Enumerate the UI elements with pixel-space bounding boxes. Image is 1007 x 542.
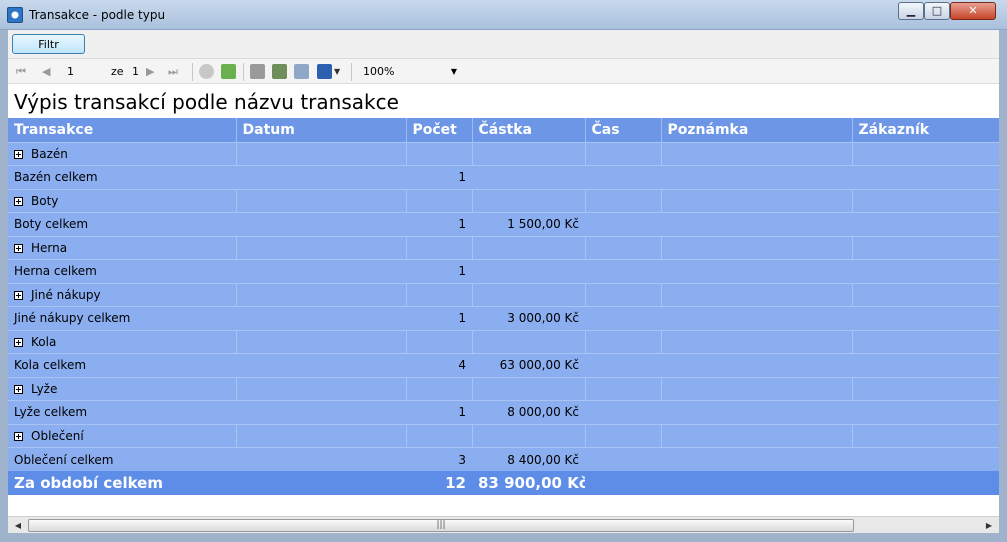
expand-icon[interactable] [14, 384, 23, 394]
subtotal-count: 3 [406, 447, 472, 471]
group-name: Lyže [31, 381, 58, 396]
grand-total-amount: 83 900,00 Kč [472, 471, 585, 495]
subtotal-label: Kola celkem [8, 353, 406, 377]
group-row: Herna [8, 235, 999, 260]
minimize-button[interactable]: ▁ [898, 2, 924, 20]
grand-total-row: Za období celkem 12 83 900,00 Kč [8, 471, 999, 495]
refresh-icon[interactable] [221, 64, 236, 79]
print-layout-icon[interactable] [272, 64, 287, 79]
subtotal-label: Boty celkem [8, 212, 406, 236]
window-title: Transakce - podle typu [29, 8, 166, 22]
group-row: Kola [8, 329, 999, 354]
subtotal-row: Kola celkem 4 63 000,00 Kč [8, 353, 999, 377]
horizontal-scrollbar[interactable]: ◀ ||| ▶ [8, 516, 999, 533]
column-header-transakce[interactable]: Transakce [8, 118, 237, 142]
subtotal-amount [472, 165, 585, 189]
filter-button[interactable]: Filtr [12, 34, 85, 54]
group-name: Oblečení [31, 428, 84, 443]
group-name: Herna [31, 240, 68, 255]
report-title: Výpis transakcí podle názvu transakce [14, 90, 399, 114]
group-row: Jiné nákupy [8, 282, 999, 307]
subtotal-row: Oblečení celkem 3 8 400,00 Kč [8, 447, 999, 471]
expand-icon[interactable] [14, 431, 23, 441]
group-name: Boty [31, 193, 59, 208]
subtotal-row: Bazén celkem 1 [8, 165, 999, 189]
table-header-row: Transakce Datum Počet Částka Čas Poznámk… [8, 118, 999, 142]
subtotal-row: Jiné nákupy celkem 1 3 000,00 Kč [8, 306, 999, 330]
subtotal-count: 1 [406, 212, 472, 236]
subtotal-amount [472, 259, 585, 283]
next-page-icon[interactable]: ▶ [146, 64, 154, 79]
print-icon[interactable] [250, 64, 265, 79]
column-header-castka[interactable]: Částka [472, 118, 586, 142]
scroll-right-icon[interactable]: ▶ [981, 518, 997, 533]
first-page-icon[interactable]: ⏮ [16, 64, 26, 79]
scroll-thumb[interactable]: ||| [28, 519, 854, 532]
scroll-left-icon[interactable]: ◀ [10, 518, 26, 533]
expand-icon[interactable] [14, 337, 23, 347]
last-page-icon[interactable]: ⏭ [168, 64, 178, 79]
subtotal-row: Herna celkem 1 [8, 259, 999, 283]
grand-total-label: Za období celkem [8, 471, 406, 495]
toolbar-separator [243, 63, 244, 81]
stop-icon[interactable] [199, 64, 214, 79]
column-header-zakaznik[interactable]: Zákazník [852, 118, 999, 142]
subtotal-count: 1 [406, 306, 472, 330]
maximize-button[interactable]: □ [924, 2, 950, 20]
export-dropdown-icon[interactable]: ▼ [334, 64, 340, 79]
column-header-cas[interactable]: Čas [585, 118, 662, 142]
export-save-icon[interactable] [317, 64, 332, 79]
column-header-pocet[interactable]: Počet [406, 118, 473, 142]
subtotal-count: 1 [406, 400, 472, 424]
subtotal-label: Lyže celkem [8, 400, 406, 424]
toolbar-separator [192, 63, 193, 81]
group-row: Boty [8, 188, 999, 213]
subtotal-count: 1 [406, 165, 472, 189]
close-button[interactable]: ✕ [950, 2, 996, 20]
window-titlebar: Transakce - podle typu ▁ □ ✕ [0, 0, 1007, 30]
subtotal-row: Boty celkem 1 1 500,00 Kč [8, 212, 999, 236]
page-of-label: ze [111, 65, 124, 78]
column-header-datum[interactable]: Datum [236, 118, 407, 142]
subtotal-label: Bazén celkem [8, 165, 406, 189]
subtotal-count: 4 [406, 353, 472, 377]
app-icon [7, 7, 23, 23]
subtotal-count: 1 [406, 259, 472, 283]
transactions-table: Transakce Datum Počet Částka Čas Poznámk… [8, 118, 999, 495]
page-setup-icon[interactable] [294, 64, 309, 79]
subtotal-label: Oblečení celkem [8, 447, 406, 471]
expand-icon[interactable] [14, 290, 23, 300]
toolbar-separator [351, 63, 352, 81]
group-name: Bazén [31, 146, 68, 161]
page-total: 1 [132, 65, 139, 78]
chevron-down-icon: ▼ [450, 67, 457, 76]
group-name: Kola [31, 334, 57, 349]
group-row: Oblečení [8, 423, 999, 448]
report-view: Výpis transakcí podle názvu transakce Tr… [8, 84, 999, 516]
column-header-poznamka[interactable]: Poznámka [661, 118, 853, 142]
subtotal-label: Herna celkem [8, 259, 406, 283]
group-name: Jiné nákupy [31, 287, 101, 302]
group-row: Bazén [8, 141, 999, 166]
expand-icon[interactable] [14, 196, 23, 206]
subtotal-amount: 63 000,00 Kč [472, 353, 585, 377]
subtotal-amount: 8 400,00 Kč [472, 447, 585, 471]
page-number-input[interactable] [64, 63, 104, 80]
filter-bar: Filtr [8, 30, 999, 58]
subtotal-amount: 8 000,00 Kč [472, 400, 585, 424]
zoom-select[interactable]: 100% ▼ [359, 63, 461, 80]
report-toolbar: ⏮ ◀ ze 1 ▶ ⏭ ▼ 100% ▼ [8, 58, 999, 84]
expand-icon[interactable] [14, 243, 23, 253]
subtotal-row: Lyže celkem 1 8 000,00 Kč [8, 400, 999, 424]
subtotal-amount: 1 500,00 Kč [472, 212, 585, 236]
subtotal-amount: 3 000,00 Kč [472, 306, 585, 330]
grand-total-count: 12 [406, 471, 472, 495]
group-row: Lyže [8, 376, 999, 401]
expand-icon[interactable] [14, 149, 23, 159]
subtotal-label: Jiné nákupy celkem [8, 306, 406, 330]
previous-page-icon[interactable]: ◀ [42, 64, 50, 79]
